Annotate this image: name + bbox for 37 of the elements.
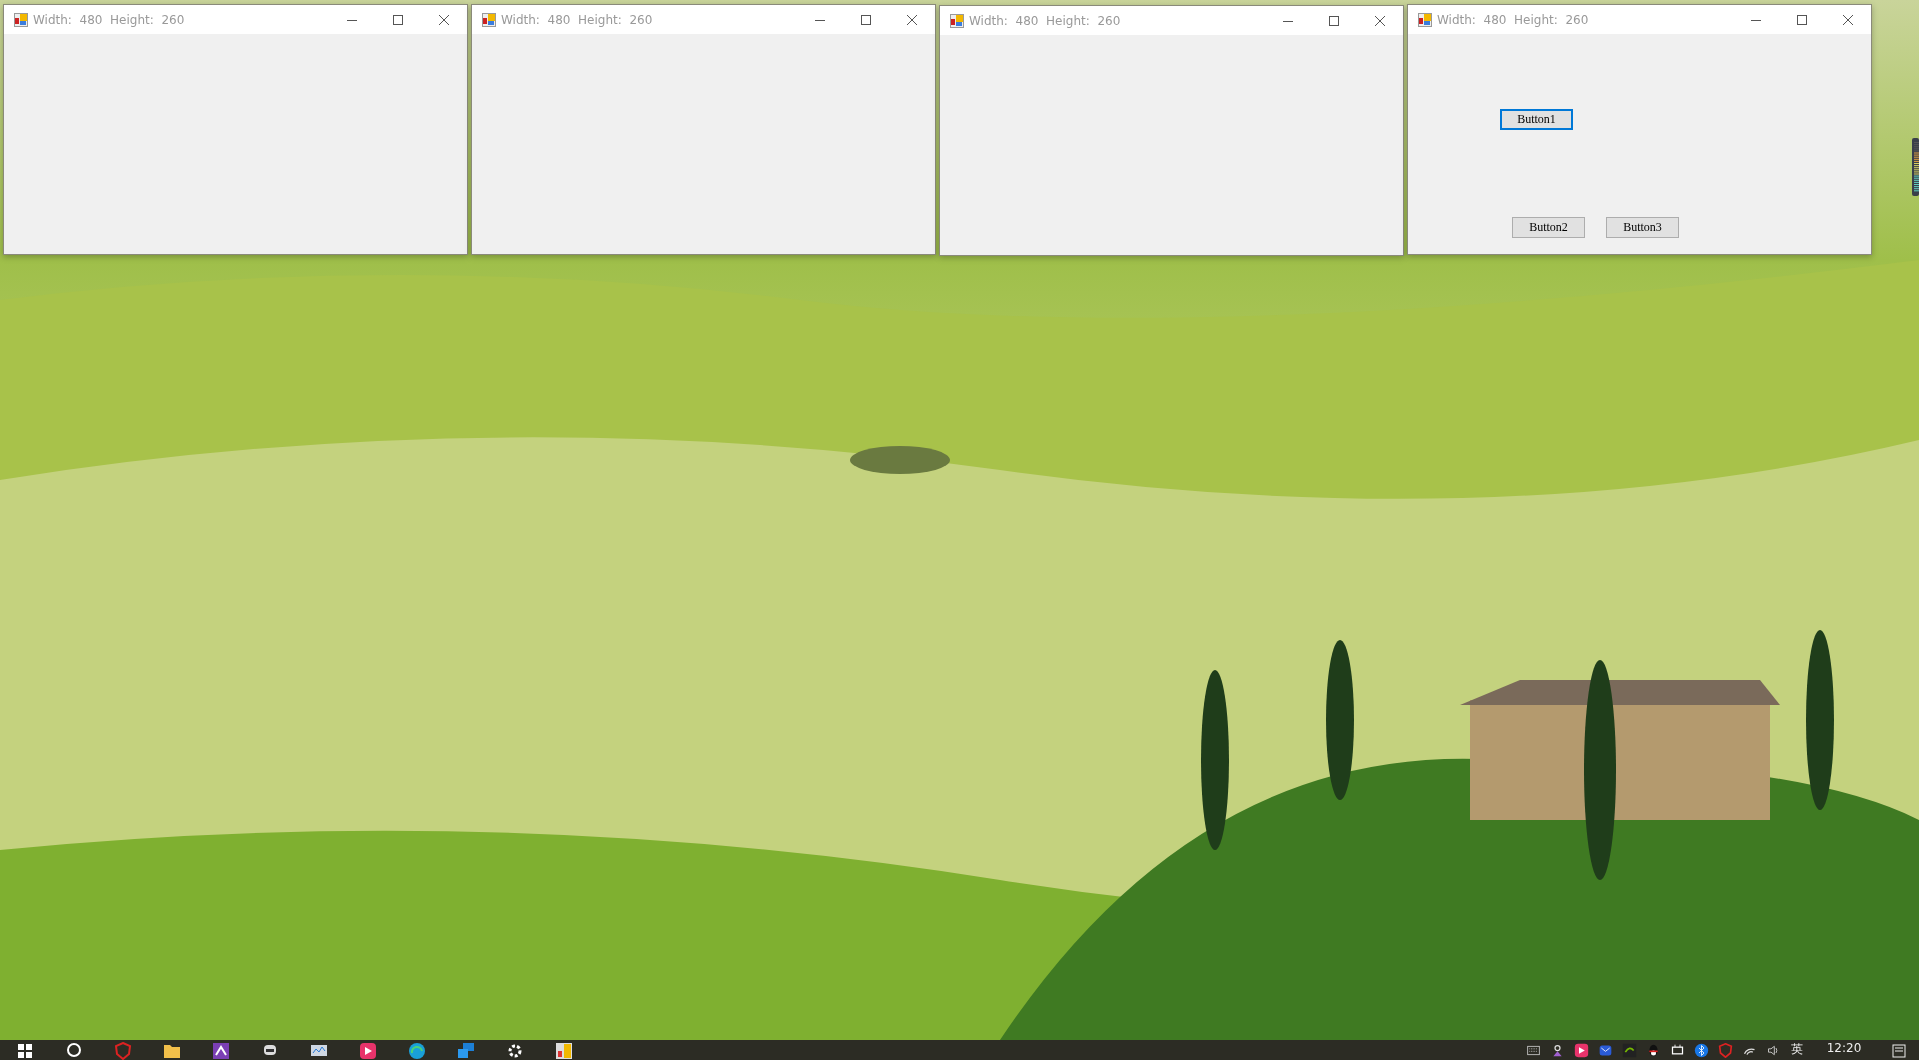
windows-logo-icon[interactable] (15, 1042, 34, 1060)
browser-icon[interactable] (407, 1042, 426, 1060)
play-icon[interactable] (358, 1042, 377, 1060)
mail-icon[interactable] (1597, 1043, 1613, 1058)
close-icon (1843, 14, 1853, 25)
window-title: Width: 480 Height: 260 (1437, 12, 1589, 27)
input-language-indicator[interactable]: 英 (1785, 1040, 1809, 1058)
shield-icon[interactable] (1717, 1043, 1733, 1058)
app-icon (1418, 12, 1432, 27)
app-icon (482, 12, 496, 27)
window-title: Width: 480 Height: 260 (501, 12, 653, 27)
close-icon (907, 14, 917, 25)
chat-icon[interactable] (456, 1042, 475, 1060)
maximize-icon (1797, 14, 1807, 25)
search-icon[interactable] (64, 1042, 83, 1060)
close-icon (1375, 15, 1385, 26)
shield-icon[interactable] (113, 1042, 132, 1060)
form-button[interactable]: Button3 (1606, 217, 1679, 238)
window-title: Width: 480 Height: 260 (969, 13, 1121, 28)
folder-icon[interactable] (162, 1042, 181, 1060)
notification-icon[interactable] (1892, 1044, 1906, 1058)
app-icon (950, 13, 964, 28)
form-button[interactable]: Button2 (1512, 217, 1585, 238)
studio-logo-icon[interactable] (211, 1042, 230, 1060)
app-icon (14, 12, 28, 27)
close-icon (439, 14, 449, 25)
app-window-icon[interactable] (554, 1042, 573, 1060)
maximize-icon (1329, 15, 1339, 26)
maximize-icon (393, 14, 403, 25)
window-title: Width: 480 Height: 260 (33, 12, 185, 27)
form-button[interactable]: Button1 (1500, 109, 1573, 130)
keyboard-icon[interactable] (1525, 1043, 1541, 1058)
maximize-icon (861, 14, 871, 25)
bluetooth-icon[interactable] (1693, 1043, 1709, 1058)
level-meter-drawing (1912, 138, 1919, 196)
play-icon[interactable] (1573, 1043, 1589, 1058)
taskbar-clock[interactable]: 12:20 (1809, 1040, 1879, 1056)
